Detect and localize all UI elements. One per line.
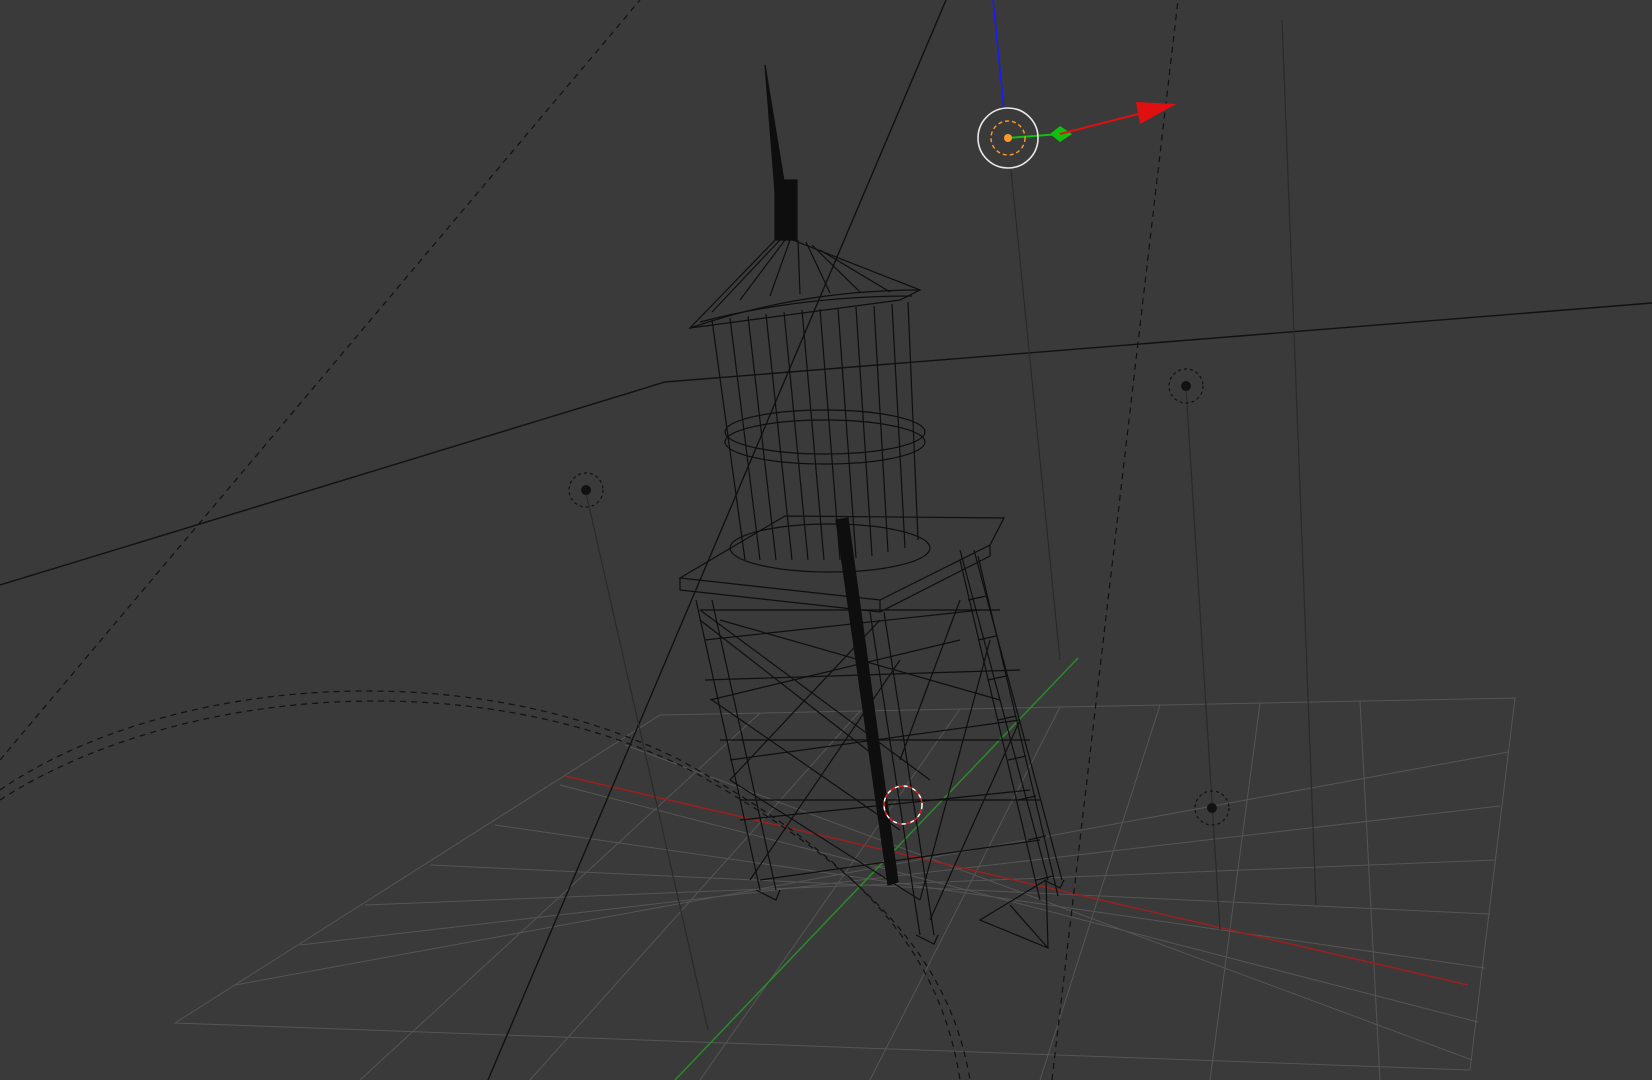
- camera-frustum: [0, 0, 1652, 1080]
- x-axis-line: [564, 775, 1469, 986]
- floor-grid: [173, 697, 1516, 1080]
- viewport-canvas[interactable]: [0, 0, 1652, 1080]
- gizmo-x-arrow[interactable]: [1136, 102, 1176, 124]
- lamp-right-top[interactable]: [1168, 368, 1204, 404]
- 3d-viewport[interactable]: [0, 0, 1652, 1080]
- gizmo-z-axis[interactable]: [992, 0, 1005, 111]
- gizmo-x-axis[interactable]: [1059, 113, 1139, 135]
- camera-guides-dashed: [0, 0, 1179, 1080]
- object-origin-dot: [1004, 134, 1012, 142]
- lamp-left[interactable]: [568, 472, 604, 508]
- transform-gizmo[interactable]: [977, 0, 1176, 169]
- lamp-helper-lines: [585, 19, 1317, 1031]
